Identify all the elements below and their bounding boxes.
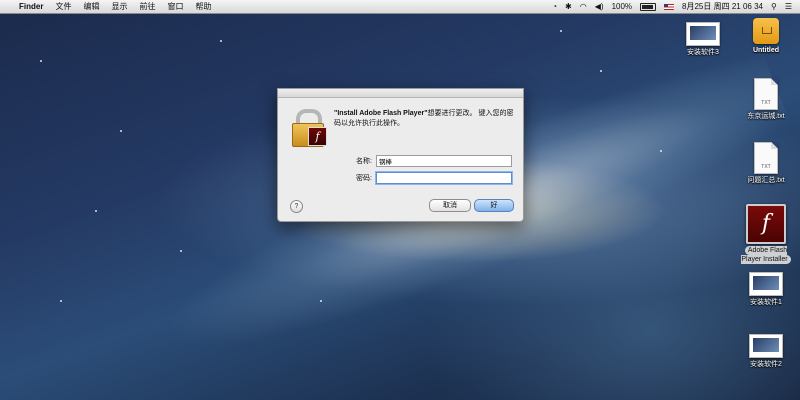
bluetooth-icon[interactable]: ✱ <box>561 0 576 13</box>
flash-badge-icon: f <box>308 127 327 146</box>
screenshot-icon <box>749 334 783 358</box>
menu-window[interactable]: 窗口 <box>161 0 189 13</box>
wifi-icon[interactable]: ◠ <box>576 0 591 13</box>
menu-bar: Finder 文件 编辑 显示 前往 窗口 帮助 ◔ ✱ ◠ ◀︎) 100% … <box>0 0 800 14</box>
menu-app-name[interactable]: Finder <box>13 0 49 13</box>
notification-center-icon[interactable]: ☰ <box>781 0 796 13</box>
authentication-dialog: f "Install Adobe Flash Player"想要进行更改。 键入… <box>277 88 524 222</box>
spotlight-search-icon[interactable]: ⚲ <box>767 0 781 13</box>
menu-edit[interactable]: 编辑 <box>77 0 105 13</box>
desktop-icon-label: 安装软件1 <box>750 299 782 306</box>
time-machine-icon[interactable]: ◔ <box>548 0 561 13</box>
battery-icon[interactable] <box>636 0 660 13</box>
cancel-button[interactable]: 取消 <box>429 199 471 212</box>
input-source-flag-icon[interactable] <box>660 0 678 13</box>
desktop-icon-txt-file-1[interactable]: TXT 东京运城.txt <box>734 78 798 121</box>
desktop-icon-install1[interactable]: 安装软件1 <box>734 272 798 307</box>
dialog-titlebar <box>278 89 523 98</box>
desktop-icon-label: Adobe Flash Player Installer <box>741 246 791 264</box>
desktop-icon-label: 安装软件3 <box>687 49 719 56</box>
help-button[interactable]: ? <box>290 200 303 213</box>
menu-file[interactable]: 文件 <box>49 0 77 13</box>
desktop-icon-label: 问题汇总.txt <box>747 177 785 184</box>
screenshot-icon <box>749 272 783 296</box>
menu-go[interactable]: 前往 <box>133 0 161 13</box>
desktop-icon-flash-installer[interactable]: f Adobe Flash Player Installer <box>734 204 798 264</box>
password-label: 密码: <box>356 175 372 182</box>
screenshot-icon <box>686 22 720 46</box>
password-field[interactable] <box>376 172 512 184</box>
lock-icon: f <box>292 109 327 147</box>
desktop-icon-label: 安装软件2 <box>750 361 782 368</box>
menubar-clock[interactable]: 8月25日 周四 21 06 34 <box>678 0 767 13</box>
text-document-icon: TXT <box>754 142 778 174</box>
menu-help[interactable]: 帮助 <box>189 0 217 13</box>
desktop-icon-untitled-drive[interactable]: Untitled <box>734 18 798 55</box>
dialog-message-app: "Install Adobe Flash Player" <box>334 110 428 117</box>
password-row: 密码: <box>334 172 514 184</box>
desktop-icon-install3[interactable]: 安装软件3 <box>671 22 735 57</box>
flash-player-icon: f <box>746 204 786 244</box>
desktop-icon-install2[interactable]: 安装软件2 <box>734 334 798 369</box>
usb-drive-icon <box>753 18 779 44</box>
text-document-icon: TXT <box>754 78 778 110</box>
name-field[interactable] <box>376 155 512 167</box>
name-row: 名称: <box>334 155 514 167</box>
desktop-icon-label: Untitled <box>752 47 780 54</box>
desktop-icon-label: 东京运城.txt <box>747 113 785 120</box>
ok-button[interactable]: 好 <box>474 199 514 212</box>
dialog-message: "Install Adobe Flash Player"想要进行更改。 键入您的… <box>334 109 514 129</box>
name-label: 名称: <box>356 158 372 165</box>
battery-percent[interactable]: 100% <box>608 0 636 13</box>
desktop-icon-txt-file-2[interactable]: TXT 问题汇总.txt <box>734 142 798 185</box>
volume-icon[interactable]: ◀︎) <box>591 0 608 13</box>
menu-view[interactable]: 显示 <box>105 0 133 13</box>
